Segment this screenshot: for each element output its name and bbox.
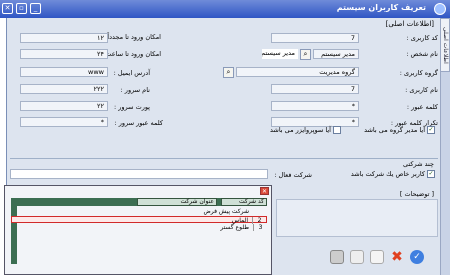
edit-icon[interactable]	[350, 250, 364, 264]
user-code-label: كد كاربری :	[406, 34, 438, 42]
list-item[interactable]: 3 طلوع گستر	[11, 224, 267, 231]
divider	[10, 158, 438, 159]
password-field[interactable]: *	[271, 101, 359, 111]
login-repeat-field[interactable]: ١٢	[20, 33, 108, 43]
username-label: نام كاربری :	[405, 86, 438, 94]
server-name-label: نام سرور :	[120, 86, 150, 94]
cancel-icon[interactable]: ✖	[390, 250, 404, 264]
close-window-icon[interactable]: ✕	[2, 3, 13, 14]
person-name-field[interactable]: مدير سيستم	[313, 49, 359, 59]
server-password-field[interactable]: *	[20, 117, 108, 127]
is-manager-checkbox[interactable]: ✓	[427, 126, 435, 134]
row-name: الماس	[231, 217, 248, 224]
login-hours-field[interactable]: ٢۴	[20, 49, 108, 59]
active-company-field[interactable]	[10, 169, 268, 179]
email-label: آدرس ايميل :	[113, 69, 150, 77]
column-header-name[interactable]: عنوان شركت	[137, 198, 217, 206]
app-icon	[434, 3, 446, 15]
is-supervisor-label: آيا سوپروايزر می باشد	[269, 126, 331, 134]
is-manager-label: آيا مدير گروه می باشد	[364, 126, 425, 134]
window-title: تعريف كاربران سيستم	[336, 3, 426, 12]
company-specific-checkbox[interactable]: ✓	[427, 170, 435, 178]
user-group-label: گروه كاربری :	[399, 69, 438, 77]
person-name-display: مدير سيستم	[262, 49, 298, 59]
user-group-field[interactable]: گروه مديريت	[236, 67, 359, 77]
login-hours-label: امكان ورود تا ساعت :	[101, 50, 161, 58]
section-title: [اطلاعات اصلی]	[385, 20, 434, 28]
password-label: كلمه عبور :	[406, 103, 438, 111]
scrollbar[interactable]	[440, 72, 450, 275]
minimize-window-icon[interactable]: _	[30, 3, 41, 14]
server-port-label: پورت سرور :	[113, 103, 150, 111]
group-search-icon[interactable]: ⌕	[223, 67, 234, 78]
popup-header: كد شركت عنوان شركت	[11, 198, 267, 206]
login-repeat-label: امكان ورود تا مجدداً :	[103, 33, 161, 41]
toolbar: ✖ ✓	[330, 250, 440, 266]
row-name: طلوع گستر	[220, 224, 249, 231]
person-name-label: نام شخص :	[406, 50, 438, 58]
delete-icon[interactable]	[330, 250, 344, 264]
save-icon[interactable]: ✓	[410, 250, 424, 264]
new-icon[interactable]	[370, 250, 384, 264]
server-port-field[interactable]: ٢٢	[20, 101, 108, 111]
server-password-label: كلمه عبور سرور :	[114, 119, 163, 127]
notes-label: [ توضيحات ]	[399, 190, 434, 198]
list-item[interactable]: شركت پيش فرض	[11, 208, 267, 215]
person-search-icon[interactable]: ⌕	[300, 49, 311, 60]
title-bar: ✕ ▫ _ تعريف كاربران سيستم	[0, 0, 450, 18]
row-code: 2	[252, 217, 266, 224]
active-company-label: شركت فعال :	[274, 171, 312, 179]
row-name: شركت پيش فرض	[203, 208, 249, 215]
notes-textarea[interactable]	[276, 199, 438, 237]
is-supervisor-checkbox[interactable]	[333, 126, 341, 134]
company-specific-label: كاربر خاص يك شركت باشد	[350, 170, 425, 178]
user-code-field[interactable]: 7	[271, 33, 359, 43]
tab-main-info[interactable]: اطلاعات اصلی	[440, 18, 450, 72]
username-field[interactable]: 7	[271, 84, 359, 94]
column-header-code[interactable]: كد شركت	[221, 198, 267, 206]
row-code: 3	[253, 224, 267, 231]
multi-company-label: چند شركتی	[403, 160, 434, 168]
close-popup-icon[interactable]: ✕	[260, 187, 269, 195]
list-item-selected[interactable]: 2 الماس	[11, 216, 267, 224]
email-field[interactable]: www	[20, 67, 108, 77]
company-popup: ✕ كد شركت عنوان شركت شركت پيش فرض 2 الما…	[4, 185, 272, 275]
restore-window-icon[interactable]: ▫	[16, 3, 27, 14]
server-name-field[interactable]: ٢٢٢	[20, 84, 108, 94]
